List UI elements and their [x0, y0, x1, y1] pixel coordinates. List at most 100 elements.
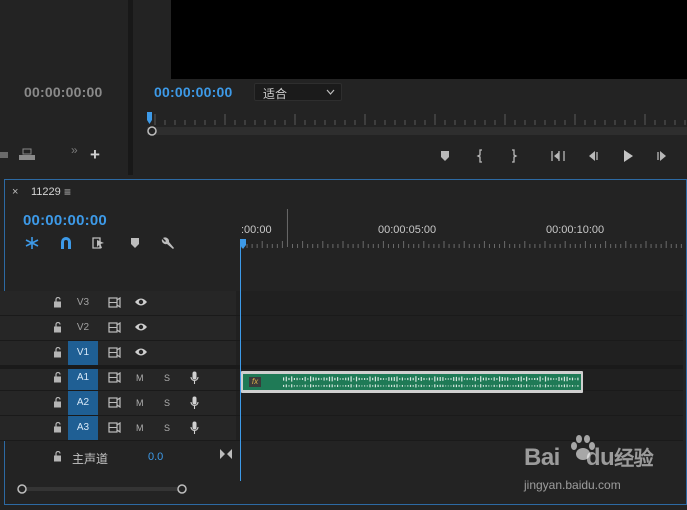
add-marker-button[interactable] [435, 148, 455, 164]
video-track-lane[interactable] [236, 341, 683, 366]
waveform-bar [409, 384, 412, 387]
waveform-bar [445, 385, 447, 387]
linked-selection-icon[interactable] [90, 235, 108, 251]
lock-icon[interactable] [53, 347, 63, 358]
sequence-tab-title[interactable]: 11229 [31, 186, 61, 198]
solo-button[interactable]: S [164, 366, 170, 390]
wrench-settings-icon[interactable] [159, 235, 177, 251]
scroll-handle-right[interactable] [177, 484, 187, 494]
play-button[interactable] [618, 148, 638, 164]
waveform-bar [358, 385, 360, 387]
waveform-bar [312, 384, 314, 387]
overwrite-icon[interactable] [17, 148, 37, 162]
waveform-bar [285, 376, 287, 382]
mark-out-icon [512, 149, 518, 163]
nest-sequence-icon[interactable] [23, 235, 41, 251]
mute-button[interactable]: M [136, 416, 144, 440]
step-forward-button[interactable] [652, 148, 672, 164]
timeline-timecode[interactable]: 00:00:00:00 [23, 212, 107, 229]
lock-icon[interactable] [53, 397, 63, 408]
zoom-handle[interactable] [147, 126, 157, 136]
lock-icon[interactable] [53, 297, 63, 308]
waveform-bar [372, 385, 374, 387]
solo-button[interactable]: S [164, 391, 170, 415]
track-output-icon[interactable] [108, 372, 121, 384]
program-playhead[interactable] [147, 112, 152, 124]
mark-out-button[interactable] [503, 148, 523, 164]
waveform-bar [463, 385, 466, 387]
scroll-handle-left[interactable] [17, 484, 27, 494]
audio-track-header: A2 M S [0, 391, 236, 416]
clip-body: fx [243, 374, 581, 390]
microphone-icon[interactable] [190, 371, 199, 384]
track-output-icon[interactable] [108, 347, 121, 359]
waveform-bar [439, 384, 441, 388]
mute-button[interactable]: M [136, 391, 144, 415]
waveform-bar [566, 384, 568, 388]
program-timecode[interactable]: 00:00:00:00 [154, 84, 232, 100]
timeline-playhead-line[interactable] [240, 245, 241, 481]
track-target-toggle[interactable]: V2 [68, 316, 98, 340]
waveform-bar [396, 384, 398, 388]
waveform-bar [412, 385, 414, 387]
lock-icon[interactable] [53, 372, 63, 383]
fit-dropdown[interactable]: 适合 [254, 83, 342, 101]
track-output-icon[interactable] [108, 422, 121, 434]
track-section-divider [0, 366, 683, 369]
track-target-toggle[interactable]: A2 [68, 391, 98, 415]
waveform-bar [466, 377, 468, 381]
track-output-icon[interactable] [108, 297, 121, 309]
source-timecode[interactable]: 00:00:00:00 [24, 84, 102, 100]
insert-icon[interactable] [0, 152, 8, 158]
overflow-chevron-icon[interactable]: » [71, 143, 78, 157]
timeline-time-ruler[interactable]: :00:00 00:00:05:00 00:00:10:00 [240, 207, 683, 252]
video-track-lane[interactable] [236, 291, 683, 316]
track-output-icon[interactable] [108, 397, 121, 409]
add-marker-icon[interactable] [126, 235, 144, 251]
waveform-bar [563, 384, 565, 388]
timeline-zoom-scrollbar[interactable] [16, 483, 188, 495]
go-to-end-icon[interactable] [219, 448, 233, 460]
track-target-toggle[interactable]: A3 [68, 416, 98, 440]
close-tab-icon[interactable]: × [12, 186, 18, 198]
track-output-icon[interactable] [108, 322, 121, 334]
waveform-bar [426, 378, 428, 380]
waveform-bar [301, 385, 304, 387]
audio-track-header: A1 M S [0, 366, 236, 391]
lock-icon[interactable] [53, 451, 63, 462]
microphone-icon[interactable] [190, 396, 199, 409]
step-back-button[interactable] [583, 148, 603, 164]
mute-button[interactable]: M [136, 366, 144, 390]
audio-track-lane[interactable] [236, 391, 683, 416]
track-target-toggle[interactable]: V3 [68, 291, 98, 315]
panel-menu-icon[interactable]: ≡ [64, 185, 71, 199]
program-time-ruler[interactable] [147, 110, 687, 140]
step-back-icon [589, 151, 598, 161]
microphone-icon[interactable] [190, 421, 199, 434]
waveform-bar [458, 377, 460, 381]
mark-in-icon [476, 149, 482, 163]
video-track-lane[interactable] [236, 316, 683, 341]
waveform-bar [423, 385, 425, 387]
waveform-bar [404, 378, 406, 380]
eye-icon[interactable] [134, 322, 148, 334]
waveform-bar [391, 377, 393, 381]
solo-button[interactable]: S [164, 416, 170, 440]
mark-in-button[interactable] [471, 148, 491, 164]
eye-icon[interactable] [134, 297, 148, 309]
track-target-toggle[interactable]: V1 [68, 341, 98, 365]
add-button-icon[interactable]: + [90, 146, 100, 163]
go-to-in-button[interactable] [548, 148, 568, 164]
waveform-bar [453, 377, 455, 381]
lock-icon[interactable] [53, 422, 63, 433]
master-volume-value[interactable]: 0.0 [148, 451, 163, 463]
waveform-bar [520, 376, 522, 382]
audio-clip[interactable]: fx [241, 371, 583, 393]
waveform-bar [355, 376, 358, 382]
track-target-toggle[interactable]: A1 [68, 366, 98, 390]
lock-icon[interactable] [53, 322, 63, 333]
waveform-bar [318, 385, 320, 387]
eye-icon[interactable] [134, 347, 148, 359]
play-icon [624, 150, 633, 162]
snap-magnet-icon[interactable] [57, 235, 75, 251]
